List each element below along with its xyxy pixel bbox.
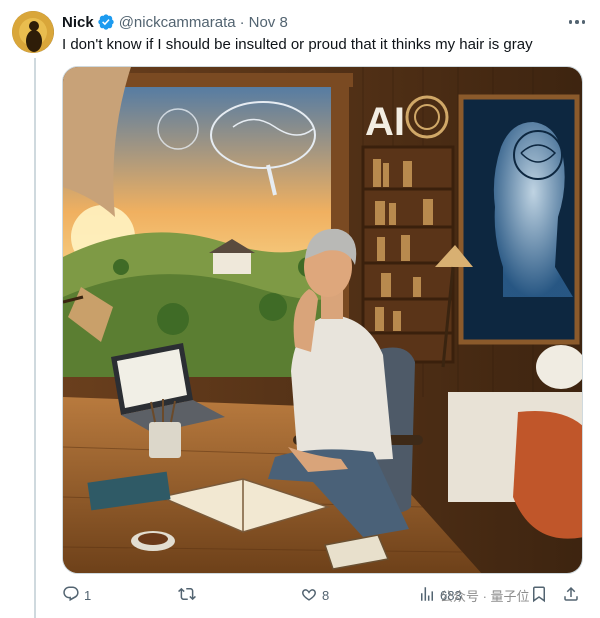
avatar[interactable] <box>12 11 54 53</box>
author-name[interactable]: Nick <box>62 14 94 31</box>
tweet-date[interactable]: Nov 8 <box>249 14 288 31</box>
like-icon <box>300 585 318 606</box>
tweet-header: Nick @nickcammarata · Nov 8 <box>62 12 288 32</box>
media-ai-text: AI <box>365 100 405 144</box>
bookmark-icon <box>530 585 548 606</box>
author-handle[interactable]: @nickcammarata <box>119 14 236 31</box>
like-button[interactable]: 8 <box>300 584 329 606</box>
watermark: 公众号 · 量子位 <box>440 588 530 604</box>
tweet-text: I don't know if I should be insulted or … <box>62 36 533 53</box>
share-icon <box>562 585 580 606</box>
bookmark-button[interactable] <box>530 584 548 606</box>
verified-badge-icon <box>97 13 115 31</box>
more-options-icon[interactable] <box>566 13 588 31</box>
reply-button[interactable]: 1 <box>62 584 91 606</box>
retweet-button[interactable] <box>178 584 196 606</box>
views-icon <box>418 585 436 606</box>
tweet-image[interactable]: AI <box>62 66 583 574</box>
reply-icon <box>62 585 80 606</box>
reply-count: 1 <box>84 587 92 603</box>
header-separator: · <box>239 13 245 31</box>
retweet-icon <box>178 585 196 606</box>
share-button[interactable] <box>562 584 580 606</box>
like-count: 8 <box>322 587 330 603</box>
thread-line <box>34 58 36 618</box>
